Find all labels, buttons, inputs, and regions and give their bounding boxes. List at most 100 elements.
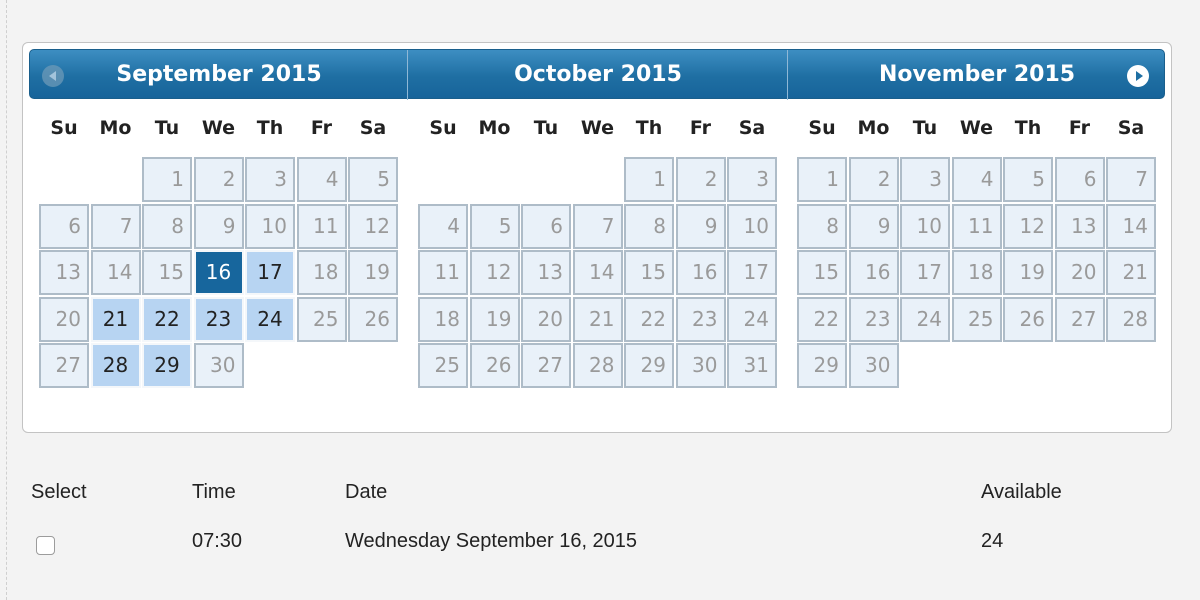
day-cell[interactable]: 22 — [797, 296, 847, 342]
day-cell[interactable]: 4 — [951, 157, 1002, 202]
day-cell[interactable]: 19 — [469, 296, 520, 342]
day-cell[interactable]: 28 — [572, 343, 623, 388]
day-cell[interactable]: 18 — [951, 250, 1002, 295]
day-cell[interactable]: 20 — [39, 296, 89, 342]
day-cell[interactable]: 24 — [727, 296, 777, 342]
day-cell[interactable]: 10 — [245, 203, 295, 249]
day-cell[interactable]: 21 — [572, 296, 623, 342]
weekday-label: Su — [50, 117, 78, 139]
day-cell[interactable]: 14 — [572, 250, 623, 295]
day-cell[interactable]: 1 — [142, 157, 192, 202]
day-cell[interactable]: 23 — [193, 296, 244, 342]
day-cell[interactable]: 22 — [624, 296, 674, 342]
day-cell[interactable]: 22 — [142, 296, 192, 342]
day-cell[interactable]: 28 — [90, 343, 141, 388]
column-header-time: Time — [192, 481, 236, 503]
day-cell[interactable]: 7 — [90, 203, 141, 249]
day-cell[interactable]: 23 — [848, 296, 899, 342]
day-cell[interactable]: 8 — [797, 203, 847, 249]
weekday-label: Mo — [478, 117, 511, 139]
day-cell[interactable]: 17 — [900, 250, 950, 295]
day-cell[interactable]: 8 — [624, 203, 674, 249]
day-cell[interactable]: 21 — [90, 296, 141, 342]
weekday-label: Th — [635, 117, 663, 139]
day-cell[interactable]: 27 — [521, 343, 571, 388]
day-cell[interactable]: 12 — [469, 250, 520, 295]
day-cell[interactable]: 30 — [193, 343, 244, 388]
day-cell[interactable]: 1 — [797, 157, 847, 202]
day-cell[interactable]: 9 — [193, 203, 244, 249]
day-cell[interactable]: 25 — [951, 296, 1002, 342]
day-cell[interactable]: 15 — [142, 250, 192, 295]
day-cell[interactable]: 3 — [245, 157, 295, 202]
day-cell[interactable]: 10 — [900, 203, 950, 249]
day-cell[interactable]: 7 — [572, 203, 623, 249]
day-cell[interactable]: 17 — [245, 250, 295, 295]
day-cell[interactable]: 11 — [296, 203, 347, 249]
day-cell[interactable]: 6 — [39, 203, 89, 249]
day-cell[interactable]: 24 — [245, 296, 295, 342]
day-cell[interactable]: 17 — [727, 250, 777, 295]
day-cell[interactable]: 26 — [1003, 296, 1053, 342]
day-cell[interactable]: 30 — [675, 343, 726, 388]
weekday-label: Tu — [154, 117, 180, 139]
day-cell[interactable]: 19 — [348, 250, 398, 295]
day-cell[interactable]: 9 — [675, 203, 726, 249]
day-cell[interactable]: 2 — [848, 157, 899, 202]
day-cell[interactable]: 8 — [142, 203, 192, 249]
day-cell[interactable]: 14 — [1106, 203, 1156, 249]
day-cell[interactable]: 15 — [624, 250, 674, 295]
day-cell[interactable]: 2 — [675, 157, 726, 202]
day-cell[interactable]: 11 — [951, 203, 1002, 249]
day-cell[interactable]: 10 — [727, 203, 777, 249]
day-cell[interactable]: 5 — [469, 203, 520, 249]
day-cell[interactable]: 27 — [39, 343, 89, 388]
day-cell[interactable]: 19 — [1003, 250, 1053, 295]
day-cell[interactable]: 23 — [675, 296, 726, 342]
day-cell[interactable]: 13 — [1054, 203, 1105, 249]
chevron-right-icon[interactable] — [1127, 65, 1149, 87]
day-cell[interactable]: 25 — [296, 296, 347, 342]
day-cell[interactable]: 6 — [1054, 157, 1105, 202]
datepicker-header: September 2015 October 2015 November 201… — [29, 49, 1165, 100]
day-cell[interactable]: 14 — [90, 250, 141, 295]
day-cell[interactable]: 4 — [418, 203, 468, 249]
day-cell[interactable]: 1 — [624, 157, 674, 202]
day-cell[interactable]: 5 — [1003, 157, 1053, 202]
day-cell[interactable]: 9 — [848, 203, 899, 249]
day-cell[interactable]: 16 — [675, 250, 726, 295]
day-cell[interactable]: 29 — [797, 343, 847, 388]
day-cell[interactable]: 28 — [1106, 296, 1156, 342]
day-cell[interactable]: 3 — [900, 157, 950, 202]
day-cell[interactable]: 25 — [418, 343, 468, 388]
day-cell[interactable]: 21 — [1106, 250, 1156, 295]
select-checkbox[interactable] — [36, 536, 55, 555]
day-cell[interactable]: 13 — [521, 250, 571, 295]
day-cell[interactable]: 24 — [900, 296, 950, 342]
day-cell[interactable]: 18 — [418, 296, 468, 342]
day-cell[interactable]: 12 — [348, 203, 398, 249]
day-cell[interactable]: 30 — [848, 343, 899, 388]
day-cell[interactable]: 31 — [727, 343, 777, 388]
day-cell[interactable]: 4 — [296, 157, 347, 202]
day-cell[interactable]: 5 — [348, 157, 398, 202]
day-cell[interactable]: 27 — [1054, 296, 1105, 342]
day-cell[interactable]: 3 — [727, 157, 777, 202]
day-cell[interactable]: 7 — [1106, 157, 1156, 202]
day-cell[interactable]: 26 — [348, 296, 398, 342]
day-cell[interactable]: 18 — [296, 250, 347, 295]
day-cell[interactable]: 29 — [624, 343, 674, 388]
day-cell[interactable]: 26 — [469, 343, 520, 388]
day-cell[interactable]: 20 — [521, 296, 571, 342]
day-cell[interactable]: 16 — [848, 250, 899, 295]
day-cell[interactable]: 15 — [797, 250, 847, 295]
day-cell[interactable]: 29 — [142, 343, 192, 388]
day-cell[interactable]: 6 — [521, 203, 571, 249]
day-cell[interactable]: 2 — [193, 157, 244, 202]
day-cell[interactable]: 20 — [1054, 250, 1105, 295]
day-cell[interactable]: 11 — [418, 250, 468, 295]
weekday-label: We — [959, 117, 994, 139]
day-cell[interactable]: 16 — [193, 250, 244, 295]
day-cell[interactable]: 13 — [39, 250, 89, 295]
day-cell[interactable]: 12 — [1003, 203, 1053, 249]
